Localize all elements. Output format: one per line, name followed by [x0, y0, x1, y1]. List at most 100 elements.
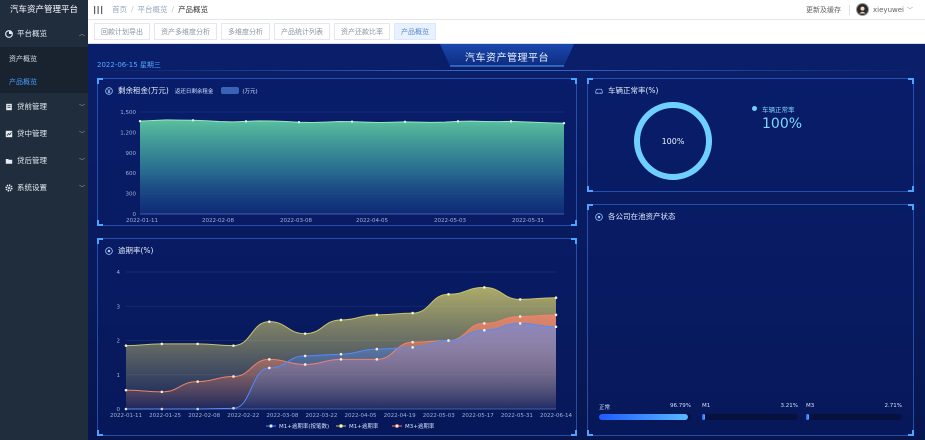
vehicle-legend-dot	[752, 106, 757, 111]
data-point	[196, 380, 199, 383]
sidebar-group-post-loan[interactable]: 贷后管理 ﹀	[0, 147, 88, 174]
x-tick-label: 2022-02-08	[202, 218, 234, 224]
vehicle-rate-value: 100%	[762, 116, 803, 132]
target-icon	[595, 212, 603, 221]
data-point	[160, 390, 164, 394]
data-point	[191, 119, 195, 122]
x-tick-label: 2022-03-08	[280, 218, 312, 224]
data-point	[483, 286, 486, 289]
divider	[849, 4, 851, 15]
x-tick-label: 2022-05-17	[462, 413, 494, 419]
dashboard: 汽车资产管理平台 2022-06-15 星期三 剩余租金(万元) 返还日剩余租金…	[88, 44, 925, 440]
bar-label: M1	[702, 403, 711, 409]
data-point	[509, 120, 513, 123]
data-point	[483, 328, 486, 332]
panel-company-asset-status: 各公司在池资产状态 正常 96.79% M1 3.21% M3 2.71%	[587, 204, 914, 436]
data-point	[124, 388, 128, 392]
x-tick-label: 2022-05-31	[512, 218, 544, 224]
data-point	[411, 311, 414, 315]
y-tick-label: 300	[126, 192, 137, 198]
x-tick-label: 2022-03-08	[266, 413, 298, 419]
sidebar-item-product-overview[interactable]: 产品概览	[0, 70, 88, 93]
dashboard-title: 汽车资产管理平台	[465, 53, 549, 64]
data-point	[160, 342, 164, 346]
tab-product-overview[interactable]: 产品概览	[394, 23, 436, 40]
bar-track	[702, 414, 798, 420]
panel-title-text: 车辆正常率(%)	[608, 86, 659, 95]
bar-percent: 2.71%	[884, 403, 902, 409]
x-tick-label: 2022-01-11	[126, 218, 158, 224]
overdue-rate-chart: 012342022-01-11 2022-01-25 2022-02-08 2022-…	[110, 270, 572, 430]
y-tick-label: 1,500	[120, 110, 136, 116]
data-point	[138, 119, 142, 123]
tab-asset-repayment-ratio[interactable]: 资产还款比率	[334, 23, 390, 40]
data-point	[447, 292, 450, 296]
remaining-rent-chart: 03006009001,2001,5002022-01-11 2022-02-08…	[120, 110, 566, 224]
sidebar-group-pre-loan[interactable]: 贷前管理 ﹀	[0, 93, 88, 120]
data-point	[518, 322, 522, 325]
y-tick-label: 1,200	[120, 130, 136, 136]
chevron-down-icon[interactable]: ﹀	[907, 5, 913, 14]
bar-fill	[702, 414, 706, 420]
breadcrumb-separator: /	[131, 5, 134, 14]
breadcrumb-home[interactable]: 首页	[112, 4, 127, 15]
sidebar-group-label: 系统设置	[17, 183, 47, 192]
sidebar-item-asset-overview[interactable]: 资产概览	[0, 47, 88, 70]
data-point	[518, 315, 522, 318]
y-tick-label: 4	[117, 270, 121, 276]
breadcrumb-platform-overview[interactable]: 平台概览	[138, 4, 168, 15]
chevron-down-icon: ﹀	[78, 104, 85, 111]
chevron-down-icon: ﹀	[78, 185, 85, 192]
bar-fill	[599, 414, 689, 420]
tab-product-statistics-list[interactable]: 产品统计列表	[274, 23, 330, 40]
top-header: 首页 / 平台概览 / 产品概览 更新及缓存 xieyuwei ﹀	[88, 0, 925, 20]
tags-view-bar: 回款计划导出 资产多维度分析 多维度分析 产品统计列表 资产还款比率 产品概览	[88, 20, 925, 44]
data-point	[297, 121, 301, 124]
vehicle-legend-label: 车辆正常率	[762, 106, 795, 114]
sidebar: 汽车资产管理平台 平台概览 ︿ 资产概览 产品概览 贷前管理 ﹀ 贷中管理 ﹀ …	[0, 0, 88, 440]
hamburger-icon[interactable]	[92, 5, 104, 14]
chart-icon	[4, 129, 13, 138]
data-point	[232, 375, 235, 378]
bar-percent: 96.79%	[670, 403, 691, 409]
y-tick-label: 3	[117, 304, 121, 310]
panel-vehicle-normal-rate: 车辆正常率(%) 100% 车辆正常率 100%	[587, 78, 914, 192]
breadcrumb-current: 产品概览	[178, 5, 209, 14]
data-point	[196, 342, 199, 346]
tab-multi-dimension-analysis[interactable]: 多维度分析	[221, 23, 270, 40]
data-point	[339, 358, 343, 361]
tab-payment-plan-export[interactable]: 回款计划导出	[94, 23, 150, 40]
data-point	[554, 313, 558, 317]
data-point	[232, 344, 235, 347]
x-tick-label: 2022-04-05	[345, 413, 377, 419]
x-tick-label: 2022-02-08	[188, 413, 220, 419]
y-tick-label: 1	[117, 373, 121, 379]
data-point	[375, 347, 379, 351]
x-tick-label: 2022-01-11	[110, 413, 142, 419]
data-point	[562, 122, 566, 125]
data-point	[456, 120, 460, 123]
legend-marker	[395, 424, 399, 428]
sidebar-group-system-settings[interactable]: 系统设置 ﹀	[0, 174, 88, 201]
data-point	[554, 325, 558, 329]
sidebar-group-in-loan[interactable]: 贷中管理 ﹀	[0, 120, 88, 147]
data-point	[303, 354, 307, 358]
data-point	[124, 344, 128, 347]
header-right: 更新及缓存 xieyuwei ﹀	[806, 3, 925, 16]
x-tick-label: 2022-05-03	[434, 218, 466, 224]
panel-remaining-rent: 剩余租金(万元) 返还日剩余租金 (万元) 0 300 600 900 1,200 1,5…	[97, 78, 577, 226]
x-tick-label: 2022-01-25	[149, 413, 181, 419]
username[interactable]: xieyuwei	[873, 6, 904, 14]
x-tick-label: 2022-03-22	[305, 413, 337, 419]
x-tick-label: 2022-05-31	[501, 413, 533, 419]
ring-value-text: 100%	[662, 137, 685, 146]
data-point	[244, 120, 248, 123]
chevron-down-icon: ﹀	[78, 131, 85, 138]
avatar[interactable]	[856, 3, 870, 16]
x-tick-label: 2022-04-05	[356, 218, 388, 224]
update-cache-button[interactable]: 更新及缓存	[806, 5, 841, 15]
tab-asset-multi-dimension-analysis[interactable]: 资产多维度分析	[154, 23, 217, 40]
sidebar-group-platform-overview[interactable]: 平台概览 ︿	[0, 20, 88, 47]
chevron-up-icon: ︿	[78, 31, 85, 38]
sidebar-group-label: 贷后管理	[17, 156, 47, 165]
